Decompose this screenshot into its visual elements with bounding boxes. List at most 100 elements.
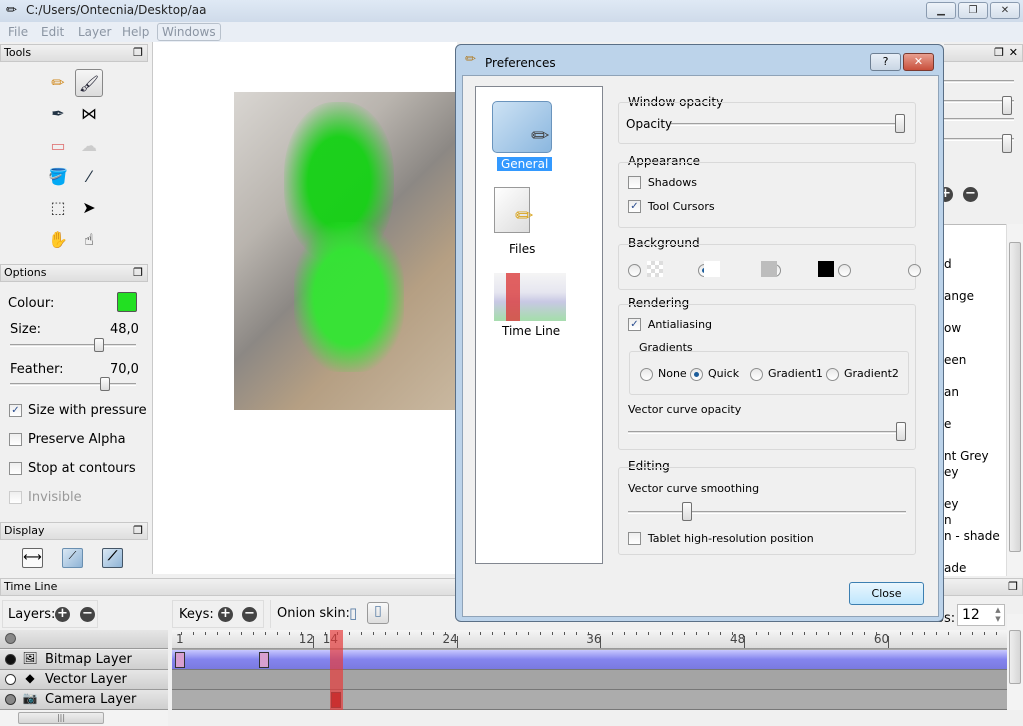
colour-list-item[interactable]: ange xyxy=(944,289,974,303)
select-tool[interactable]: ⬚ xyxy=(44,194,72,222)
onion-prev-button[interactable]: ▯ xyxy=(349,604,357,622)
minimize-button[interactable]: ▁ xyxy=(926,2,956,19)
float-icon[interactable]: ❐ xyxy=(133,265,143,281)
layer-track-vector[interactable] xyxy=(172,670,1007,690)
tool-cursors-checkbox-row[interactable]: ✓ Tool Cursors xyxy=(628,199,715,213)
menu-file[interactable]: File xyxy=(8,25,28,39)
smudge-finger-tool[interactable]: ☝ xyxy=(75,226,103,254)
category-timeline[interactable]: Time Line xyxy=(502,324,560,338)
pencil-tool[interactable]: ✏ xyxy=(44,69,72,97)
layer-track-camera[interactable] xyxy=(172,690,1007,710)
option-checkbox-row[interactable]: Preserve Alpha xyxy=(9,432,126,447)
background-radio-custom[interactable] xyxy=(908,264,921,277)
layer-visibility-toggle[interactable] xyxy=(5,674,16,685)
move-tool[interactable]: ➤ xyxy=(75,194,103,222)
colour-list-item[interactable]: n xyxy=(944,513,952,527)
gradient-radio[interactable] xyxy=(826,367,839,381)
option-checkbox[interactable] xyxy=(9,462,22,475)
shadows-checkbox[interactable] xyxy=(628,176,641,189)
gradient-option[interactable]: Gradient2 xyxy=(826,367,899,381)
category-files[interactable]: Files xyxy=(509,242,535,256)
hand-tool[interactable]: ✋ xyxy=(44,226,72,254)
help-button[interactable]: ? xyxy=(870,53,901,71)
remove-layer-button[interactable]: − xyxy=(80,607,95,622)
background-radio-checkerboard[interactable] xyxy=(628,264,641,277)
layer-visibility-toggle[interactable] xyxy=(5,694,16,705)
colour-swatch[interactable] xyxy=(117,292,137,312)
timeline-vertical-scrollbar[interactable] xyxy=(1007,614,1023,710)
colour-list-item[interactable]: nt Grey xyxy=(944,449,989,463)
float-icon[interactable]: ❐ xyxy=(133,45,143,61)
polyline-tool[interactable]: ⋈ xyxy=(75,100,103,128)
menu-edit[interactable]: Edit xyxy=(41,25,64,39)
eraser-tool[interactable]: ▭ xyxy=(44,132,72,160)
layers-horizontal-scrollbar[interactable]: ||| xyxy=(0,710,168,726)
layer-track-bitmap[interactable] xyxy=(172,650,1007,670)
remove-colour-button[interactable]: − xyxy=(963,187,978,202)
timeline-icon[interactable] xyxy=(494,273,566,321)
float-icon[interactable]: ❐ xyxy=(1008,579,1018,595)
eyedropper-tool[interactable]: ⁄ xyxy=(75,163,103,191)
colour-list-item[interactable]: e xyxy=(944,417,951,431)
option-checkbox[interactable]: ✓ xyxy=(9,404,22,417)
frame-ruler[interactable]: 1121424364860 xyxy=(172,630,1007,649)
restore-button[interactable]: ❐ xyxy=(958,2,988,19)
colour-list-item[interactable]: ey xyxy=(944,465,958,479)
files-icon[interactable]: ✏ xyxy=(494,187,533,233)
smoothing-slider[interactable] xyxy=(681,502,692,521)
antialiasing-checkbox-row[interactable]: ✓ Antialiasing xyxy=(628,317,712,331)
brush-tool[interactable]: 🖌 xyxy=(75,69,103,97)
opacity-slider[interactable] xyxy=(895,114,905,133)
menu-layer[interactable]: Layer xyxy=(78,25,111,39)
layer-row-camera[interactable]: 📷 Camera Layer xyxy=(0,690,168,710)
all-visibility-toggle[interactable] xyxy=(5,633,16,644)
remove-key-button[interactable]: − xyxy=(242,607,257,622)
option-checkbox-row[interactable]: ✓ Size with pressure xyxy=(9,403,147,418)
colour-list-item[interactable]: n - shade xyxy=(944,529,1000,543)
onion-next-button[interactable]: ▯ xyxy=(367,602,389,624)
spin-arrows-icon[interactable]: ▲ ▼ xyxy=(993,606,1003,624)
colour-list-scrollbar[interactable] xyxy=(1006,224,1023,576)
scroll-thumb[interactable] xyxy=(1009,630,1021,684)
antialiasing-checkbox[interactable]: ✓ xyxy=(628,318,641,331)
colour-list-item[interactable]: d xyxy=(944,257,952,271)
thin-lines-button[interactable]: ⟋ xyxy=(62,548,83,568)
close-button[interactable]: Close xyxy=(849,582,924,605)
gradient-option[interactable]: None xyxy=(640,367,687,381)
float-icon[interactable]: ❐ xyxy=(133,523,143,539)
add-key-button[interactable]: + xyxy=(218,607,233,622)
float-icon[interactable]: ❐ xyxy=(994,45,1004,61)
category-general[interactable]: General xyxy=(497,157,553,171)
size-slider[interactable] xyxy=(93,338,104,352)
feather-slider[interactable] xyxy=(100,377,111,391)
timeline-frames[interactable]: 1121424364860 xyxy=(172,630,1007,710)
colour-list-item[interactable]: ow xyxy=(944,321,961,335)
layer-visibility-toggle[interactable] xyxy=(5,654,16,665)
colour-list-item[interactable]: ey xyxy=(944,497,958,511)
gradient-radio[interactable] xyxy=(690,367,703,381)
gradient-option[interactable]: Gradient1 xyxy=(750,367,823,381)
add-layer-button[interactable]: + xyxy=(55,607,70,622)
menu-windows[interactable]: Windows xyxy=(157,23,221,41)
gradient-option[interactable]: Quick xyxy=(690,367,739,381)
tablet-checkbox-row[interactable]: Tablet high-resolution position xyxy=(628,531,814,545)
menu-help[interactable]: Help xyxy=(122,25,149,39)
option-checkbox[interactable] xyxy=(9,433,22,446)
palette-slider[interactable] xyxy=(1002,96,1012,115)
close-window-button[interactable]: ✕ xyxy=(990,2,1020,19)
mirror-horizontal-button[interactable]: ⟷ xyxy=(22,548,43,568)
scroll-thumb[interactable]: ||| xyxy=(18,712,104,724)
playhead[interactable] xyxy=(329,630,343,710)
palette-slider[interactable] xyxy=(1002,134,1012,153)
background-radio-black[interactable] xyxy=(838,264,851,277)
layer-row-vector[interactable]: ◆ Vector Layer xyxy=(0,670,168,690)
tablet-checkbox[interactable] xyxy=(628,532,641,545)
vector-opacity-slider[interactable] xyxy=(896,422,906,441)
smudge-tool[interactable]: ☁ xyxy=(75,132,103,160)
colour-list-item[interactable]: ade xyxy=(944,561,966,575)
keyframe[interactable] xyxy=(175,652,185,668)
pen-tool[interactable]: ✒ xyxy=(44,100,72,128)
bucket-tool[interactable]: 🪣 xyxy=(44,163,72,191)
colour-list-item[interactable]: an xyxy=(944,385,959,399)
scroll-thumb[interactable] xyxy=(1009,242,1021,552)
